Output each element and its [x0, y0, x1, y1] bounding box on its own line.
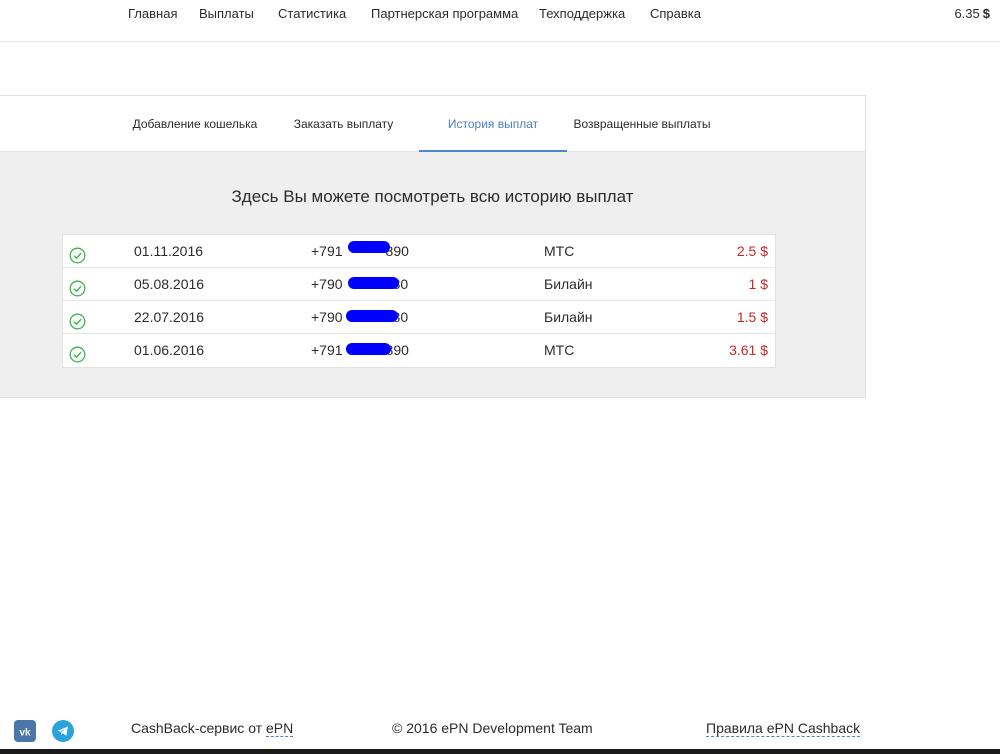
table-row: 01.11.2016 +791 890 МТС 2.5 $ [63, 235, 775, 268]
payout-history-table: 01.11.2016 +791 890 МТС 2.5 $ 05.08.2016 … [62, 234, 776, 368]
payout-operator: Билайн [544, 276, 593, 292]
nav-item-payouts[interactable]: Выплаты [199, 6, 254, 21]
payouts-panel: Добавление кошелька Заказать выплату Ист… [0, 95, 866, 398]
tab-returned-payouts[interactable]: Возвращенные выплаты [567, 96, 717, 152]
check-circle-icon [69, 309, 86, 330]
phone-prefix: +791 [311, 243, 343, 259]
payout-amount: 1 $ [748, 276, 768, 292]
balance-display: 6.35 $ [954, 6, 990, 21]
nav-item-home[interactable]: Главная [128, 6, 177, 21]
telegram-icon[interactable] [52, 720, 74, 742]
footer-copyright: © 2016 ePN Development Team [392, 720, 593, 736]
check-circle-icon [69, 342, 86, 363]
phone-prefix: +791 [311, 342, 343, 358]
nav-item-partner-program[interactable]: Партнерская программа [371, 6, 518, 21]
tab-order-payout[interactable]: Заказать выплату [286, 96, 401, 152]
check-circle-icon [69, 243, 86, 264]
check-circle-icon [69, 276, 86, 297]
nav-item-support[interactable]: Техподдержка [539, 6, 625, 21]
redaction-mark [348, 241, 390, 253]
payout-date: 01.11.2016 [134, 243, 204, 259]
tab-add-wallet[interactable]: Добавление кошелька [124, 96, 266, 152]
vk-icon[interactable]: vk [14, 720, 36, 742]
redaction-mark [348, 277, 399, 289]
payout-operator: Билайн [544, 309, 593, 325]
balance-currency: $ [982, 6, 990, 21]
footer-service: CashBack-сервис от ePN [131, 720, 294, 737]
page-heading: Здесь Вы можете посмотреть всю историю в… [231, 187, 634, 206]
payout-tabs: Добавление кошелька Заказать выплату Ист… [0, 96, 865, 152]
payout-amount: 2.5 $ [736, 243, 768, 259]
footer-rules-link[interactable]: Правила ePN Cashback [706, 720, 861, 737]
payout-amount: 3.61 $ [729, 342, 768, 358]
table-row: 01.06.2016 +791 890 МТС 3.61 $ [63, 334, 775, 367]
payout-date: 05.08.2016 [134, 276, 205, 292]
phone-prefix: +790 [311, 309, 343, 325]
nav-item-help[interactable]: Справка [650, 6, 701, 21]
phone-prefix: +790 [311, 276, 343, 292]
redaction-mark [346, 343, 391, 355]
top-navbar: Главная Выплаты Статистика Партнерская п… [0, 0, 1000, 42]
table-row: 22.07.2016 +790 80 Билайн 1.5 $ [63, 301, 775, 334]
bottom-edge-bar [0, 749, 1000, 754]
footer-epn-link[interactable]: ePN [265, 720, 294, 737]
payout-operator: МТС [544, 243, 575, 259]
svg-text:vk: vk [19, 728, 31, 739]
payout-amount: 1.5 $ [736, 309, 768, 325]
redaction-mark [346, 310, 398, 322]
payout-operator: МТС [544, 342, 575, 358]
balance-value: 6.35 [954, 6, 980, 21]
tab-payout-history[interactable]: История выплат [419, 96, 567, 152]
table-row: 05.08.2016 +790 80 Билайн 1 $ [63, 268, 775, 301]
nav-item-statistics[interactable]: Статистика [278, 6, 346, 21]
payout-date: 22.07.2016 [134, 309, 205, 325]
footer-service-prefix: CashBack-сервис от [131, 720, 266, 736]
payout-date: 01.06.2016 [134, 342, 205, 358]
